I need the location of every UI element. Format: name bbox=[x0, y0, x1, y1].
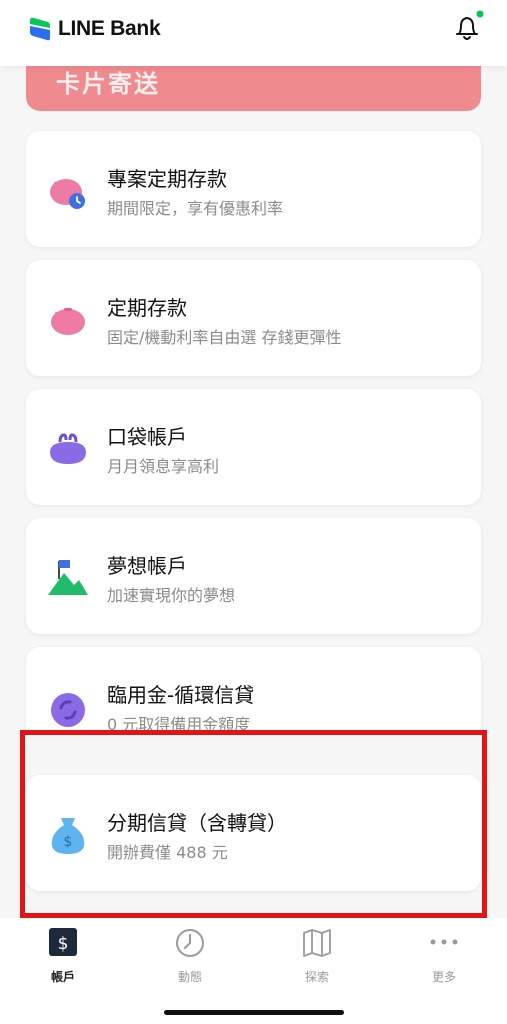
mountain-flag-icon bbox=[48, 560, 88, 595]
more-dots-icon bbox=[430, 939, 458, 945]
line-bank-logo-icon bbox=[30, 17, 50, 41]
tab-label: 探索 bbox=[304, 970, 329, 984]
card-subtitle: 固定/機動利率自由選 存錢更彈性 bbox=[107, 328, 342, 347]
map-icon bbox=[303, 929, 331, 957]
tab-more[interactable]: 更多 bbox=[404, 926, 484, 986]
coin-purse-icon bbox=[50, 433, 86, 464]
product-card-installment-loan[interactable]: $ 分期信貸（含轉貸） 開辦費僅 488 元 bbox=[26, 775, 481, 891]
tab-explore[interactable]: 探索 bbox=[277, 926, 357, 986]
card-subtitle: 月月領息享高利 bbox=[107, 457, 220, 476]
card-title: 夢想帳戶 bbox=[107, 554, 187, 578]
card-title: 專案定期存款 bbox=[107, 167, 227, 191]
tab-account[interactable]: $ 帳戶 bbox=[23, 926, 103, 986]
banner-text: 卡片寄送 bbox=[56, 70, 160, 98]
card-title: 臨用金-循環信貸 bbox=[107, 683, 255, 707]
scroll-gap bbox=[20, 730, 487, 772]
tab-label: 更多 bbox=[431, 970, 456, 984]
notification-bell-icon[interactable] bbox=[450, 10, 486, 44]
home-indicator[interactable] bbox=[164, 1010, 344, 1015]
clock-icon bbox=[176, 929, 204, 957]
product-card-time-deposit[interactable]: 定期存款 固定/機動利率自由選 存錢更彈性 bbox=[26, 260, 481, 376]
tab-label: 動態 bbox=[177, 970, 202, 984]
tab-label: 帳戶 bbox=[50, 970, 75, 984]
card-subtitle: 加速實現你的夢想 bbox=[107, 586, 236, 605]
piggy-bank-clock-icon bbox=[50, 179, 85, 209]
revolving-credit-icon bbox=[51, 693, 85, 727]
brand-name: LINE Bank bbox=[58, 17, 161, 40]
card-title: 口袋帳戶 bbox=[107, 425, 187, 449]
product-card-pocket-account[interactable]: 口袋帳戶 月月領息享高利 bbox=[26, 389, 481, 505]
bottom-tab-bar: $ 帳戶 動態 探索 更多 bbox=[0, 918, 507, 1024]
card-title: 定期存款 bbox=[107, 296, 187, 320]
tab-activity[interactable]: 動態 bbox=[150, 926, 230, 986]
product-card-project-time-deposit[interactable]: 專案定期存款 期間限定，享有優惠利率 bbox=[26, 131, 481, 247]
card-subtitle: 開辦費僅 488 元 bbox=[107, 843, 228, 862]
dollar-account-icon: $ bbox=[49, 928, 77, 956]
card-title: 分期信貸（含轉貸） bbox=[107, 811, 287, 835]
product-card-dream-account[interactable]: 夢想帳戶 加速實現你的夢想 bbox=[26, 518, 481, 634]
app-header: LINE Bank bbox=[0, 0, 507, 66]
svg-text:$: $ bbox=[58, 934, 69, 954]
svg-text:$: $ bbox=[64, 834, 73, 850]
money-bag-icon: $ bbox=[51, 818, 85, 854]
card-subtitle: 期間限定，享有優惠利率 bbox=[107, 199, 284, 218]
piggy-bank-icon bbox=[51, 308, 85, 335]
